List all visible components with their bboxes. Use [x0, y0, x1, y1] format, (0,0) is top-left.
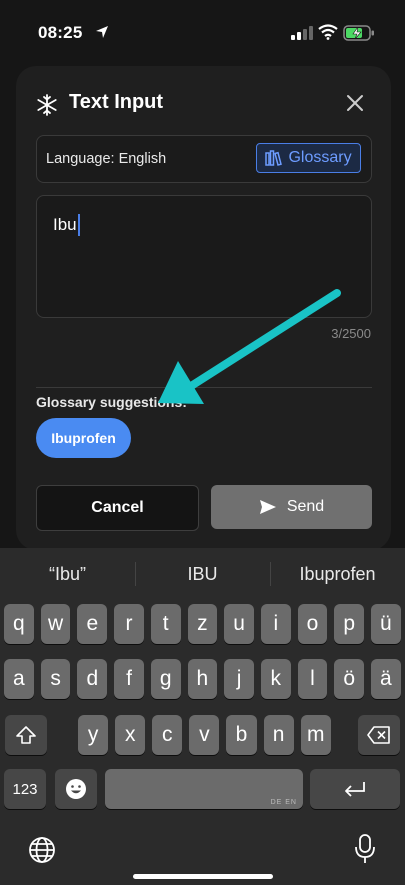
cancel-button[interactable]: Cancel — [36, 485, 199, 531]
shift-key[interactable] — [5, 715, 47, 755]
text-caret — [77, 214, 80, 236]
key-o[interactable]: o — [297, 604, 328, 644]
numbers-key[interactable]: 123 — [4, 769, 46, 809]
key-r[interactable]: r — [114, 604, 144, 644]
key-f[interactable]: f — [114, 659, 144, 699]
character-counter: 3/2500 — [331, 326, 371, 341]
books-icon — [265, 149, 283, 166]
key-y[interactable]: y — [78, 715, 109, 755]
key-n[interactable]: n — [263, 715, 294, 755]
space-language-label: DE EN — [270, 799, 297, 806]
key-z[interactable]: z — [187, 604, 218, 644]
location-arrow-icon — [96, 26, 108, 38]
glossary-button[interactable]: Glossary — [256, 143, 361, 173]
key-v[interactable]: v — [189, 715, 220, 755]
key-e[interactable]: e — [77, 604, 108, 644]
status-time: 08:25 — [38, 23, 83, 42]
divider — [36, 387, 372, 388]
backspace-icon — [367, 726, 390, 744]
key-x[interactable]: x — [115, 715, 146, 755]
key-d[interactable]: d — [77, 659, 108, 699]
emoji-icon — [66, 779, 86, 799]
keyboard: “Ibu” IBU Ibuprofen qwertzuiopü asdfghjk… — [0, 548, 405, 885]
text-input-modal: Text Input Language: English Glossary Ib… — [16, 66, 391, 550]
prediction-quoted[interactable]: “Ibu” — [0, 564, 135, 585]
key-ö[interactable]: ö — [334, 659, 365, 699]
key-s[interactable]: s — [40, 659, 71, 699]
battery-charging-icon — [343, 25, 374, 41]
language-label: Language: English — [46, 151, 167, 167]
key-c[interactable]: c — [152, 715, 183, 755]
return-key[interactable] — [310, 769, 400, 809]
send-button[interactable]: Send — [211, 485, 372, 529]
key-j[interactable]: j — [224, 659, 254, 699]
key-i[interactable]: i — [260, 604, 291, 644]
modal-title: Text Input — [69, 91, 164, 113]
key-u[interactable]: u — [224, 604, 254, 644]
send-label: Send — [286, 498, 325, 515]
key-k[interactable]: k — [260, 659, 291, 699]
key-b[interactable]: b — [226, 715, 257, 755]
key-m[interactable]: m — [300, 715, 331, 755]
space-bar[interactable]: DE EN — [105, 769, 303, 809]
return-icon — [345, 782, 365, 797]
key-p[interactable]: p — [334, 604, 365, 644]
key-ä[interactable]: ä — [371, 659, 401, 699]
key-t[interactable]: t — [150, 604, 181, 644]
home-indicator — [133, 874, 273, 879]
emoji-key[interactable] — [55, 769, 97, 809]
language-selector[interactable]: Language: English Glossary — [36, 135, 372, 183]
key-w[interactable]: w — [40, 604, 71, 644]
key-l[interactable]: l — [297, 659, 328, 699]
input-text: Ibu — [53, 215, 77, 234]
key-a[interactable]: a — [4, 659, 34, 699]
prediction-word[interactable]: Ibuprofen — [270, 564, 405, 585]
backspace-key[interactable] — [358, 715, 400, 755]
wifi-icon — [318, 24, 338, 40]
glossary-label: Glossary — [288, 149, 352, 166]
predictive-bar: “Ibu” IBU Ibuprofen — [0, 548, 405, 598]
send-icon — [259, 500, 276, 514]
globe-icon[interactable] — [28, 836, 56, 864]
shift-icon — [16, 726, 36, 744]
snowflake-icon — [37, 94, 57, 116]
key-g[interactable]: g — [150, 659, 181, 699]
cellular-signal-icon — [291, 26, 313, 40]
suggestions-title: Glossary suggestions: — [36, 394, 187, 410]
key-ü[interactable]: ü — [371, 604, 401, 644]
prediction-caps[interactable]: IBU — [135, 564, 270, 585]
status-bar: 08:25 — [0, 0, 405, 60]
microphone-icon[interactable] — [354, 834, 376, 864]
key-h[interactable]: h — [187, 659, 218, 699]
close-icon[interactable] — [346, 94, 364, 112]
key-q[interactable]: q — [4, 604, 34, 644]
text-input-field[interactable]: Ibu — [36, 195, 372, 318]
suggestion-chip-ibuprofen[interactable]: Ibuprofen — [36, 418, 131, 458]
